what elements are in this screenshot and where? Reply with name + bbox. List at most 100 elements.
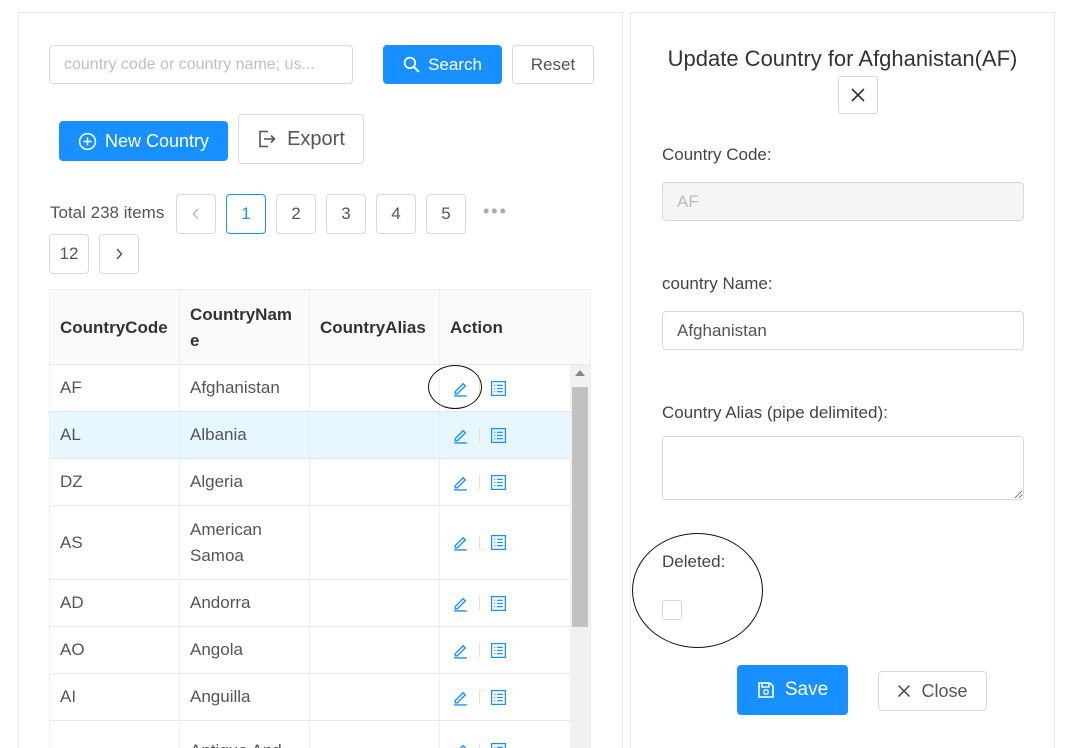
prev-page-button[interactable] (176, 194, 216, 234)
export-label: Export (287, 127, 345, 150)
header-country-name-label: CountryNam e (190, 304, 293, 350)
search-icon (403, 56, 420, 73)
detail-list-icon[interactable] (490, 742, 507, 748)
edit-icon[interactable] (452, 689, 469, 706)
edit-icon[interactable] (452, 380, 469, 397)
header-action: Action (450, 317, 503, 337)
page-5-button[interactable]: 5 (426, 194, 466, 234)
cell-country-name: Albania (180, 412, 310, 458)
plus-circle-icon (78, 132, 97, 151)
new-country-label: New Country (104, 130, 210, 151)
action-divider (479, 596, 480, 610)
save-label: Save (784, 679, 829, 700)
deleted-checkbox[interactable] (662, 600, 682, 620)
header-country-code[interactable]: CountryCode (50, 290, 180, 365)
action-divider (479, 643, 480, 657)
page-2-button[interactable]: 2 (276, 194, 316, 234)
edit-icon[interactable] (452, 474, 469, 491)
detail-list-icon[interactable] (490, 427, 507, 444)
table-row[interactable]: AD Andorra (50, 580, 570, 627)
update-country-panel (630, 12, 1055, 748)
cell-country-alias (310, 412, 440, 458)
cell-country-name: Antigua And (180, 721, 310, 748)
page-ellipsis[interactable]: ••• (483, 201, 508, 222)
table-row[interactable]: AS American Samoa (50, 506, 570, 580)
search-button[interactable]: Search (383, 45, 502, 84)
cell-country-name-text: Andorra (190, 593, 251, 612)
cell-country-name-text: Antigua And (190, 738, 299, 748)
cell-country-name: Anguilla (180, 674, 310, 720)
table-row[interactable]: AO Angola (50, 627, 570, 674)
close-button[interactable]: Close (878, 671, 987, 711)
cell-country-name: American Samoa (180, 506, 310, 579)
new-country-button[interactable]: New Country (59, 121, 228, 161)
scroll-up-arrow-icon[interactable] (575, 370, 585, 376)
edit-icon[interactable] (452, 742, 469, 748)
close-form-button[interactable] (838, 76, 878, 114)
cell-country-alias (310, 721, 440, 748)
edit-icon[interactable] (452, 534, 469, 551)
export-button[interactable]: Export (238, 114, 364, 164)
country-alias-field[interactable] (662, 436, 1024, 500)
table-row[interactable]: AF Afghanistan (50, 365, 570, 412)
action-divider (479, 381, 480, 395)
cell-country-name-text: Afghanistan (190, 378, 280, 397)
cell-country-name-text: American Samoa (190, 519, 262, 565)
cell-country-code: AD (50, 580, 180, 626)
detail-list-icon[interactable] (490, 642, 507, 659)
cell-country-name-text: Anguilla (190, 687, 251, 706)
page-4-button[interactable]: 4 (376, 194, 416, 234)
detail-list-icon[interactable] (490, 689, 507, 706)
cell-country-alias (310, 627, 440, 673)
search-button-label: Search (428, 54, 482, 74)
detail-list-icon[interactable] (490, 534, 507, 551)
cell-action (440, 674, 570, 720)
header-country-name[interactable]: CountryNam e (180, 290, 310, 365)
search-input[interactable] (49, 45, 353, 84)
cell-action (440, 721, 570, 748)
cell-action (440, 459, 570, 505)
table-row[interactable]: DZ Algeria (50, 459, 570, 506)
cell-country-alias (310, 580, 440, 626)
country-table: CountryCode CountryNam e CountryAlias Ac… (49, 289, 591, 748)
country-code-label: Country Code: (662, 145, 772, 164)
detail-list-icon[interactable] (490, 474, 507, 491)
deleted-label: Deleted: (662, 552, 726, 571)
table-row[interactable]: AI Anguilla (50, 674, 570, 721)
save-icon (757, 681, 775, 699)
page-1-button[interactable]: 1 (226, 194, 266, 234)
save-button[interactable]: Save (737, 665, 848, 715)
header-country-alias[interactable]: CountryAlias (310, 290, 440, 365)
table-scrollbar[interactable] (570, 365, 590, 748)
next-page-button[interactable] (99, 234, 139, 274)
scroll-thumb[interactable] (572, 387, 588, 627)
cell-country-code: AI (50, 674, 180, 720)
edit-icon[interactable] (452, 595, 469, 612)
close-icon (897, 684, 911, 698)
edit-icon[interactable] (452, 642, 469, 659)
table-row[interactable]: Antigua And (50, 721, 570, 748)
cell-country-name-text: Angola (190, 640, 243, 659)
cell-country-alias (310, 506, 440, 579)
country-name-label: country Name: (662, 274, 773, 293)
cell-country-code: AL (50, 412, 180, 458)
cell-country-code: AO (50, 627, 180, 673)
action-divider (479, 535, 480, 550)
cell-action (440, 412, 570, 458)
page-12-button[interactable]: 12 (49, 234, 89, 274)
cell-action (440, 365, 570, 411)
edit-icon[interactable] (452, 427, 469, 444)
page-3-button[interactable]: 3 (326, 194, 366, 234)
close-label: Close (921, 680, 968, 701)
table-row[interactable]: AL Albania (50, 412, 570, 459)
cell-action (440, 506, 570, 579)
cell-country-code (50, 721, 180, 748)
detail-list-icon[interactable] (490, 595, 507, 612)
reset-button[interactable]: Reset (512, 45, 594, 84)
country-name-field[interactable] (662, 311, 1024, 350)
total-items-text: Total 238 items (50, 203, 165, 222)
export-icon (257, 129, 277, 149)
cell-country-alias (310, 674, 440, 720)
close-icon (851, 88, 865, 102)
detail-list-icon[interactable] (490, 380, 507, 397)
